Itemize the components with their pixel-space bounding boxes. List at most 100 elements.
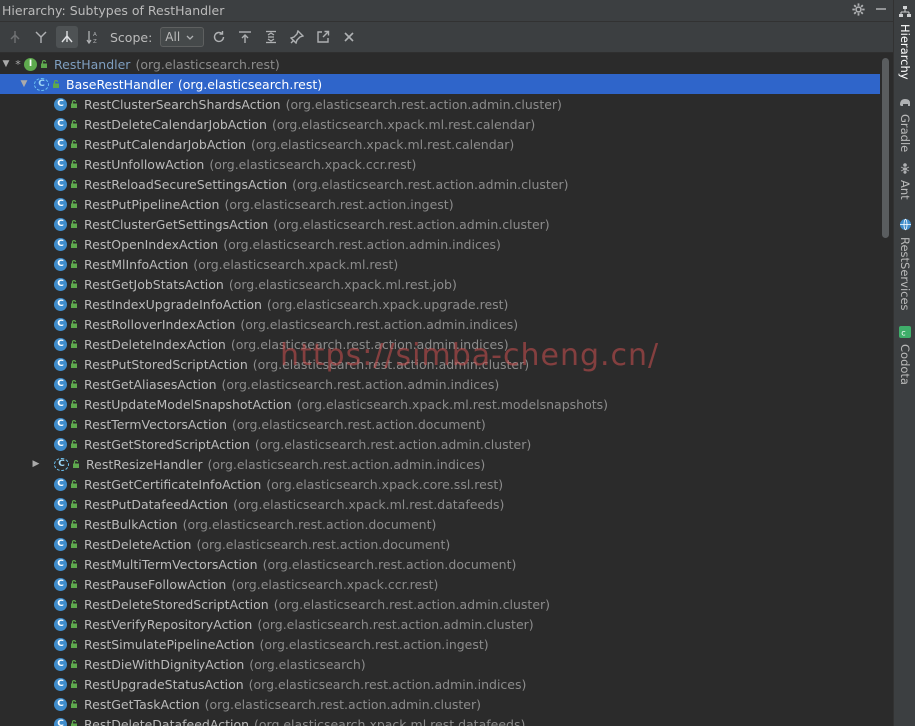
tree-row[interactable]: C RestGetStoredScriptAction (org.elasticse… (0, 434, 880, 454)
class-icon: C (54, 177, 67, 191)
scope-dropdown[interactable]: All (160, 27, 205, 47)
class-icon: C (54, 537, 67, 551)
tree-row[interactable]: C RestDeleteDatafeedAction (org.elasticsea… (0, 714, 880, 726)
class-icon: C (54, 617, 67, 631)
tree-selected-row[interactable]: ▼ C BaseRestHandler (org.elasticsearch.r… (0, 74, 880, 94)
abstract-class-icon: C (34, 77, 49, 91)
type-hierarchy-icon[interactable] (4, 26, 26, 48)
tree-row[interactable]: C RestSimulatePipelineAction (org.elastics… (0, 634, 880, 654)
class-icon: C (54, 717, 67, 726)
tree-row[interactable]: C RestMultiTermVectorsAction (org.elastics… (0, 554, 880, 574)
tree-row[interactable]: C RestBulkAction (org.elasticsearch.rest.a… (0, 514, 880, 534)
tree-row[interactable]: C RestMlInfoAction (org.elasticsearch.xpac… (0, 254, 880, 274)
class-icon: C (54, 397, 67, 411)
tree-node-package: (org.elasticsearch.rest.action.admin.clu… (292, 176, 569, 192)
class-icon: C (54, 297, 67, 311)
class-icon: C (54, 597, 67, 611)
tree-row[interactable]: C RestVerifyRepositoryAction (org.elastics… (0, 614, 880, 634)
class-icon: C (54, 377, 67, 391)
class-icon: C (54, 517, 67, 531)
tree-root-row[interactable]: ▼ * I RestHandler (org.elasticsearch.res… (0, 54, 880, 74)
tree-row[interactable]: C RestPauseFollowAction (org.elasticsearch… (0, 574, 880, 594)
tree-node-package: (org.elasticsearch) (249, 656, 366, 672)
open-in-editor-icon[interactable] (312, 26, 334, 48)
tree-row[interactable]: C RestUnfollowAction (org.elasticsearch.xp… (0, 154, 880, 174)
tree-node-name: RestRolloverIndexAction (84, 316, 236, 332)
tree-row[interactable]: C RestPutPipelineAction (org.elasticsearch… (0, 194, 880, 214)
public-access-icon (71, 100, 77, 108)
tree-row[interactable]: C RestGetTaskAction (org.elasticsearch.res… (0, 694, 880, 714)
hide-icon[interactable] (875, 3, 887, 18)
public-access-icon (71, 260, 77, 268)
tree-row[interactable]: C RestUpdateModelSnapshotAction (org.elast… (0, 394, 880, 414)
tab-hierarchy[interactable]: Hierarchy (894, 6, 915, 80)
tree-row[interactable]: C RestDeleteAction (org.elasticsearch.rest… (0, 534, 880, 554)
tree-row[interactable]: C RestDeleteCalendarJobAction (org.elastic… (0, 114, 880, 134)
tree-node-package: (org.elasticsearch.xpack.core.ssl.rest) (266, 476, 504, 492)
close-icon[interactable] (338, 26, 360, 48)
tree-row[interactable]: C RestDieWithDignityAction (org.elasticsea… (0, 654, 880, 674)
class-icon: C (54, 477, 67, 491)
tree-row[interactable]: C RestGetCertificateInfoAction (org.elasti… (0, 474, 880, 494)
public-access-icon (71, 440, 77, 448)
tree-node-package: (org.elasticsearch.rest.action.document) (262, 556, 517, 572)
tree-row[interactable]: C RestRolloverIndexAction (org.elasticsear… (0, 314, 880, 334)
tree-node-name: RestPutCalendarJobAction (84, 136, 246, 152)
tree-row[interactable]: C RestDeleteStoredScriptAction (org.elasti… (0, 594, 880, 614)
expand-arrow-icon[interactable]: ▼ (0, 59, 12, 69)
supertypes-hierarchy-icon[interactable] (30, 26, 52, 48)
tree-row[interactable]: C RestGetAliasesAction (org.elasticsearch.… (0, 374, 880, 394)
public-access-icon (71, 660, 77, 668)
tree-node-package: (org.elasticsearch.rest.action.admin.clu… (252, 356, 530, 372)
vertical-scrollbar[interactable] (882, 58, 889, 238)
tree-row[interactable]: C RestReloadSecureSettingsAction (org.elas… (0, 174, 880, 194)
tree-row[interactable]: C RestPutDatafeedAction (org.elasticsearch… (0, 494, 880, 514)
tab-codota[interactable]: c Codota (894, 326, 915, 385)
base-on-this-class-icon[interactable] (234, 26, 256, 48)
tree-row[interactable]: C RestPutStoredScriptAction (org.elasticse… (0, 354, 880, 374)
expand-arrow-icon[interactable]: ▼ (18, 79, 30, 89)
class-icon: C (54, 657, 67, 671)
interface-icon: I (24, 57, 37, 71)
tree-row[interactable]: C RestClusterSearchShardsAction (org.elast… (0, 94, 880, 114)
sort-alphabetically-icon[interactable]: AZ (82, 26, 104, 48)
expand-arrow-icon[interactable]: ▶ (30, 459, 42, 469)
class-icon: C (54, 497, 67, 511)
tree-row[interactable]: C RestDeleteIndexAction (org.elasticsearch… (0, 334, 880, 354)
subtypes-hierarchy-icon[interactable] (56, 26, 78, 48)
tree-node-name: RestPauseFollowAction (84, 576, 227, 592)
tree-node-package: (org.elasticsearch.rest.action.ingest) (224, 196, 454, 212)
tree-node-package: (org.elasticsearch.rest.action.document) (182, 516, 437, 532)
elephant-icon (899, 96, 911, 111)
tree-node-name: RestTermVectorsAction (84, 416, 228, 432)
public-access-icon (71, 120, 77, 128)
refresh-icon[interactable] (208, 26, 230, 48)
pin-icon[interactable] (286, 26, 308, 48)
gear-icon[interactable] (852, 2, 865, 19)
tree-row[interactable]: C RestGetJobStatsAction (org.elasticsearch… (0, 274, 880, 294)
tree-row[interactable]: C RestTermVectorsAction (org.elasticsearch… (0, 414, 880, 434)
expand-all-icon[interactable] (260, 26, 282, 48)
tree-node-name: RestOpenIndexAction (84, 236, 219, 252)
tree-row[interactable]: C RestOpenIndexAction (org.elasticsearch.r… (0, 234, 880, 254)
tree-row[interactable]: C RestPutCalendarJobAction (org.elasticsea… (0, 134, 880, 154)
class-icon: C (54, 137, 67, 151)
tree-row[interactable]: ▶ C RestResizeHandler (org.elasticsearch.re… (0, 454, 880, 474)
tree-row[interactable]: C RestClusterGetSettingsAction (org.elasti… (0, 214, 880, 234)
tab-gradle[interactable]: Gradle (894, 96, 915, 152)
tree-node-package: (org.elasticsearch.rest.action.document) (232, 416, 486, 432)
tab-ant[interactable]: Ant (894, 162, 915, 200)
class-icon: C (54, 417, 67, 431)
hierarchy-tree[interactable]: ▼ * I RestHandler (org.elasticsearch.res… (0, 54, 893, 726)
tree-row[interactable]: C RestIndexUpgradeInfoAction (org.elastics… (0, 294, 880, 314)
scope-label: Scope: (110, 29, 153, 45)
tree-row[interactable]: C RestUpgradeStatusAction (org.elasticsear… (0, 674, 880, 694)
public-access-icon (71, 580, 77, 588)
tree-node-package: (org.elasticsearch.rest.action.admin.ind… (207, 456, 486, 472)
tree-node-name: RestDeleteStoredScriptAction (84, 596, 269, 612)
tree-node-package: (org.elasticsearch.rest.action.admin.ind… (230, 336, 509, 352)
tree-node-package: (org.elasticsearch.rest.action.admin.ind… (240, 316, 519, 332)
tab-restservices[interactable]: RestServices (894, 218, 915, 311)
tree-node-name: RestVerifyRepositoryAction (84, 616, 253, 632)
svg-text:A: A (93, 32, 97, 38)
